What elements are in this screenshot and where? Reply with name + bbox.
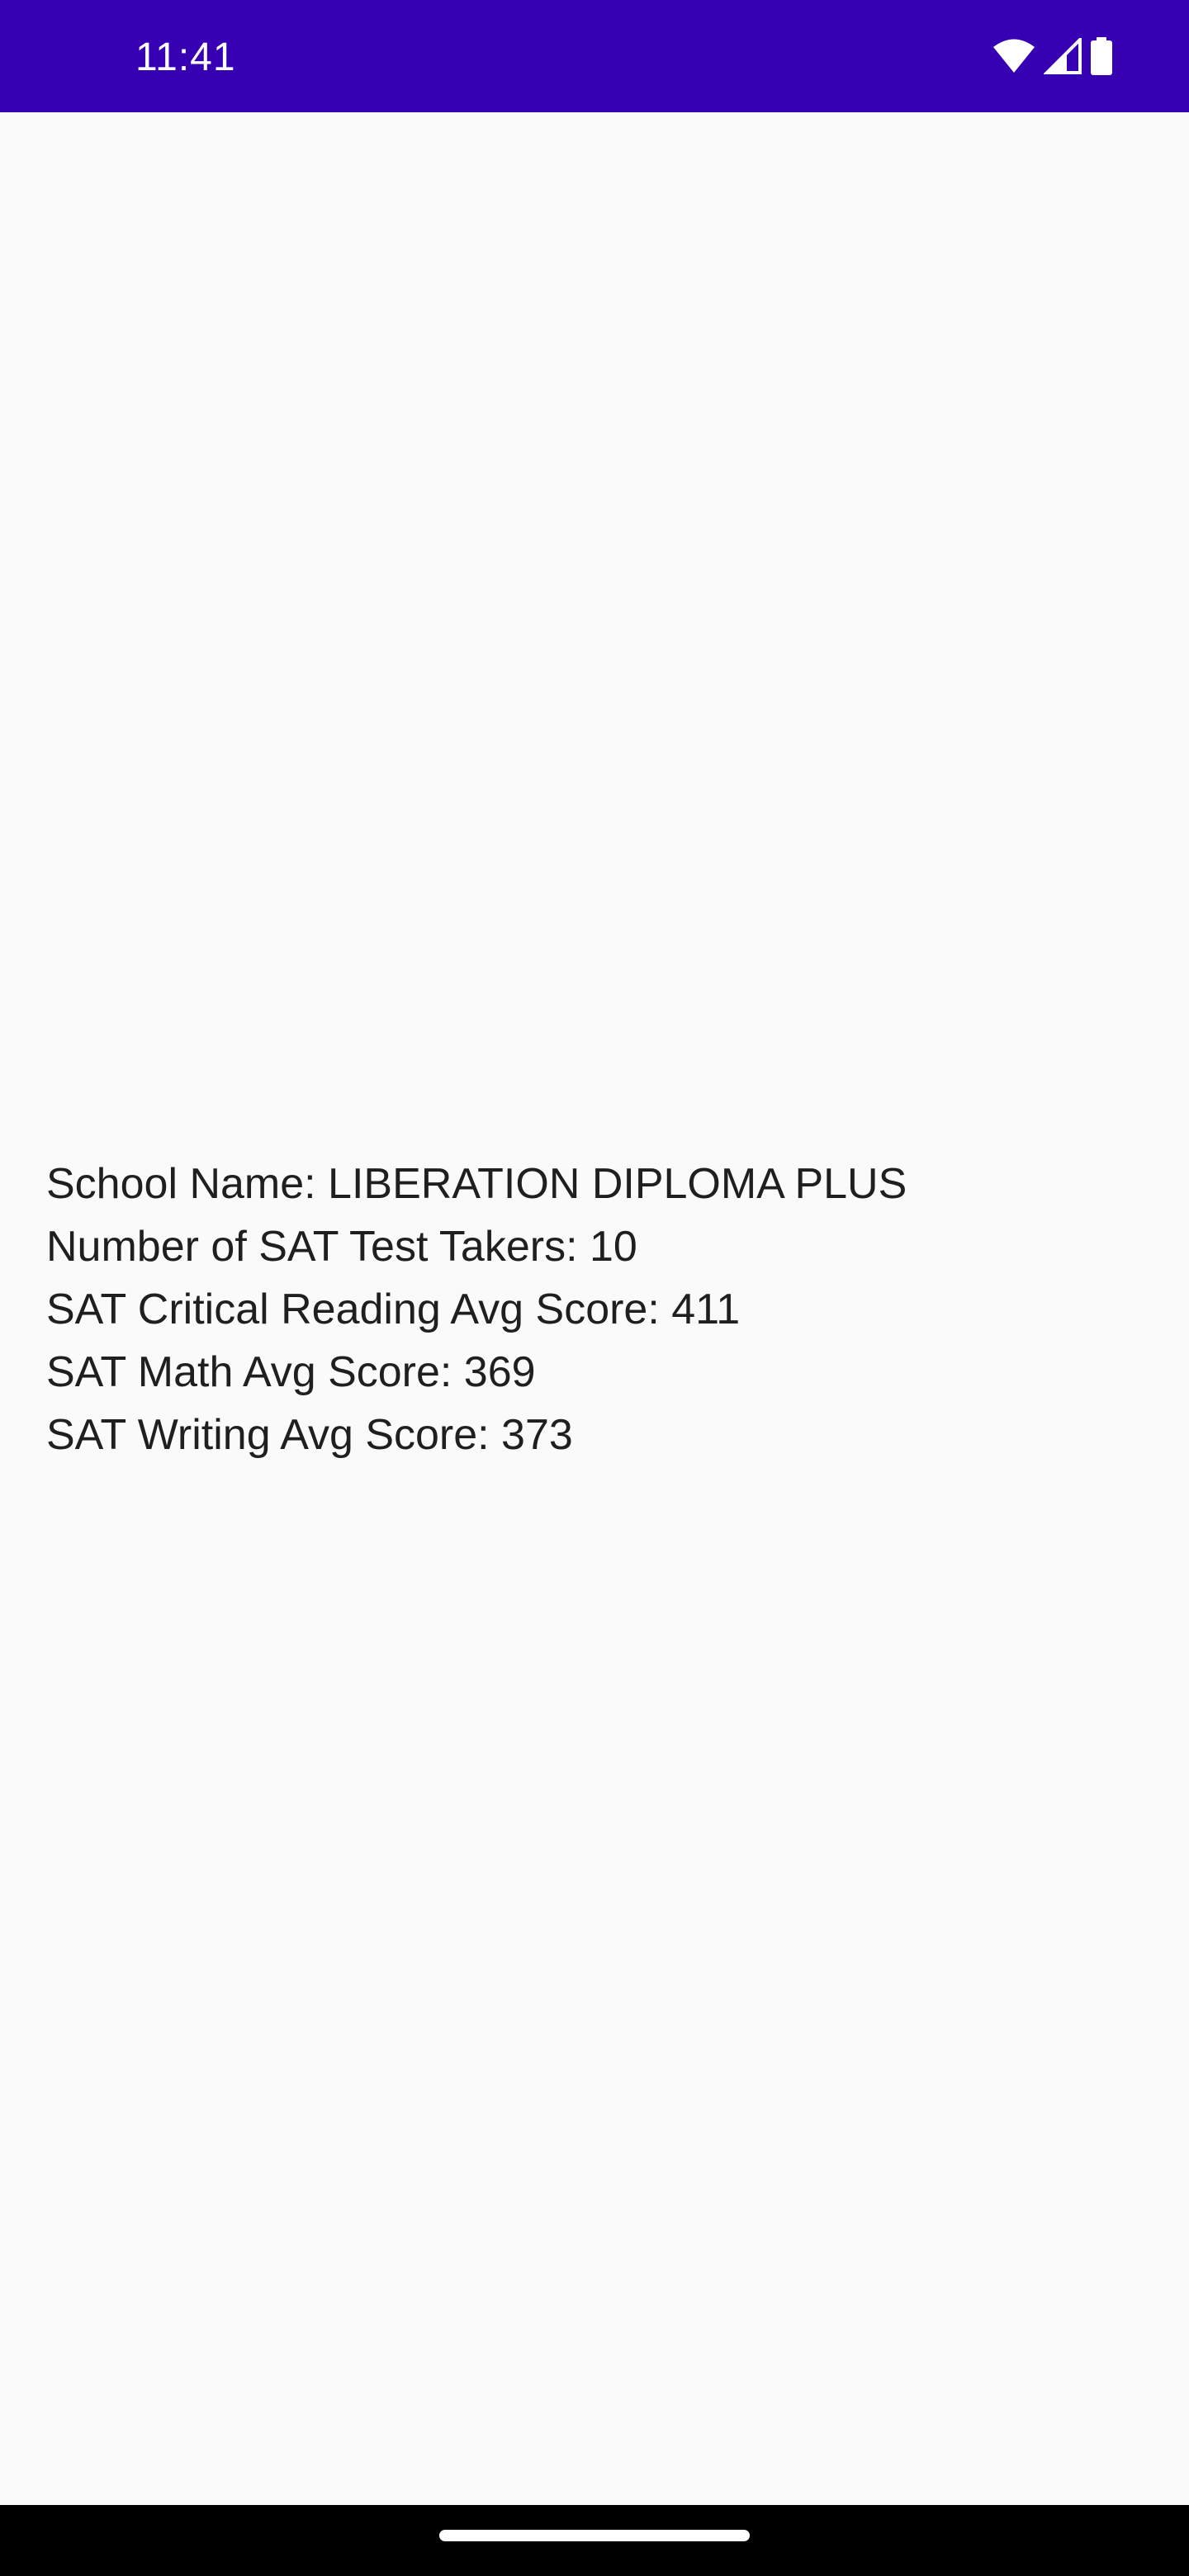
status-bar: 11:41 <box>0 0 1189 112</box>
cellular-signal-icon <box>1044 38 1082 74</box>
sat-test-takers-text: Number of SAT Test Takers: 10 <box>46 1223 637 1271</box>
sat-writing-score-text: SAT Writing Avg Score: 373 <box>46 1411 573 1459</box>
sat-math-score-text: SAT Math Avg Score: 369 <box>46 1348 536 1396</box>
status-icons <box>992 36 1113 76</box>
navigation-bar <box>0 2505 1189 2576</box>
status-time: 11:41 <box>135 36 236 79</box>
wifi-icon <box>992 38 1035 74</box>
battery-icon <box>1090 37 1113 75</box>
school-name-text: School Name: LIBERATION DIPLOMA PLUS <box>46 1160 907 1208</box>
school-details: School Name: LIBERATION DIPLOMA PLUS Num… <box>46 1153 1144 1466</box>
home-gesture-handle[interactable] <box>439 2530 750 2541</box>
sat-reading-score-text: SAT Critical Reading Avg Score: 411 <box>46 1286 741 1333</box>
